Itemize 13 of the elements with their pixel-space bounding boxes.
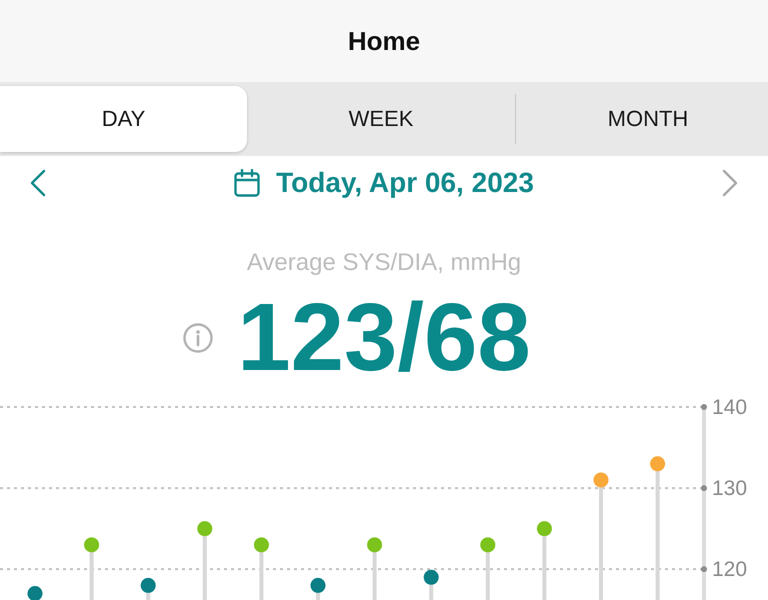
axis-tick-label: 120 (712, 558, 748, 582)
summary-caption: Average SYS/DIA, mmHg (246, 249, 522, 277)
axis-tick-label: 130 (712, 477, 748, 500)
tab[interactable]: MONTH (516, 86, 768, 152)
tab[interactable]: DAY (0, 86, 247, 152)
axis-tick-label: 140 (712, 396, 748, 419)
average-reading: 123/68 (237, 290, 531, 386)
calendar-icon (234, 169, 260, 197)
date-picker-button[interactable]: Today, Apr 06, 2023 (234, 167, 534, 199)
screen-title: Home (348, 25, 420, 57)
info-icon[interactable] (183, 323, 214, 353)
chevron-left-icon[interactable] (30, 169, 46, 197)
tab[interactable]: WEEK (247, 86, 515, 152)
